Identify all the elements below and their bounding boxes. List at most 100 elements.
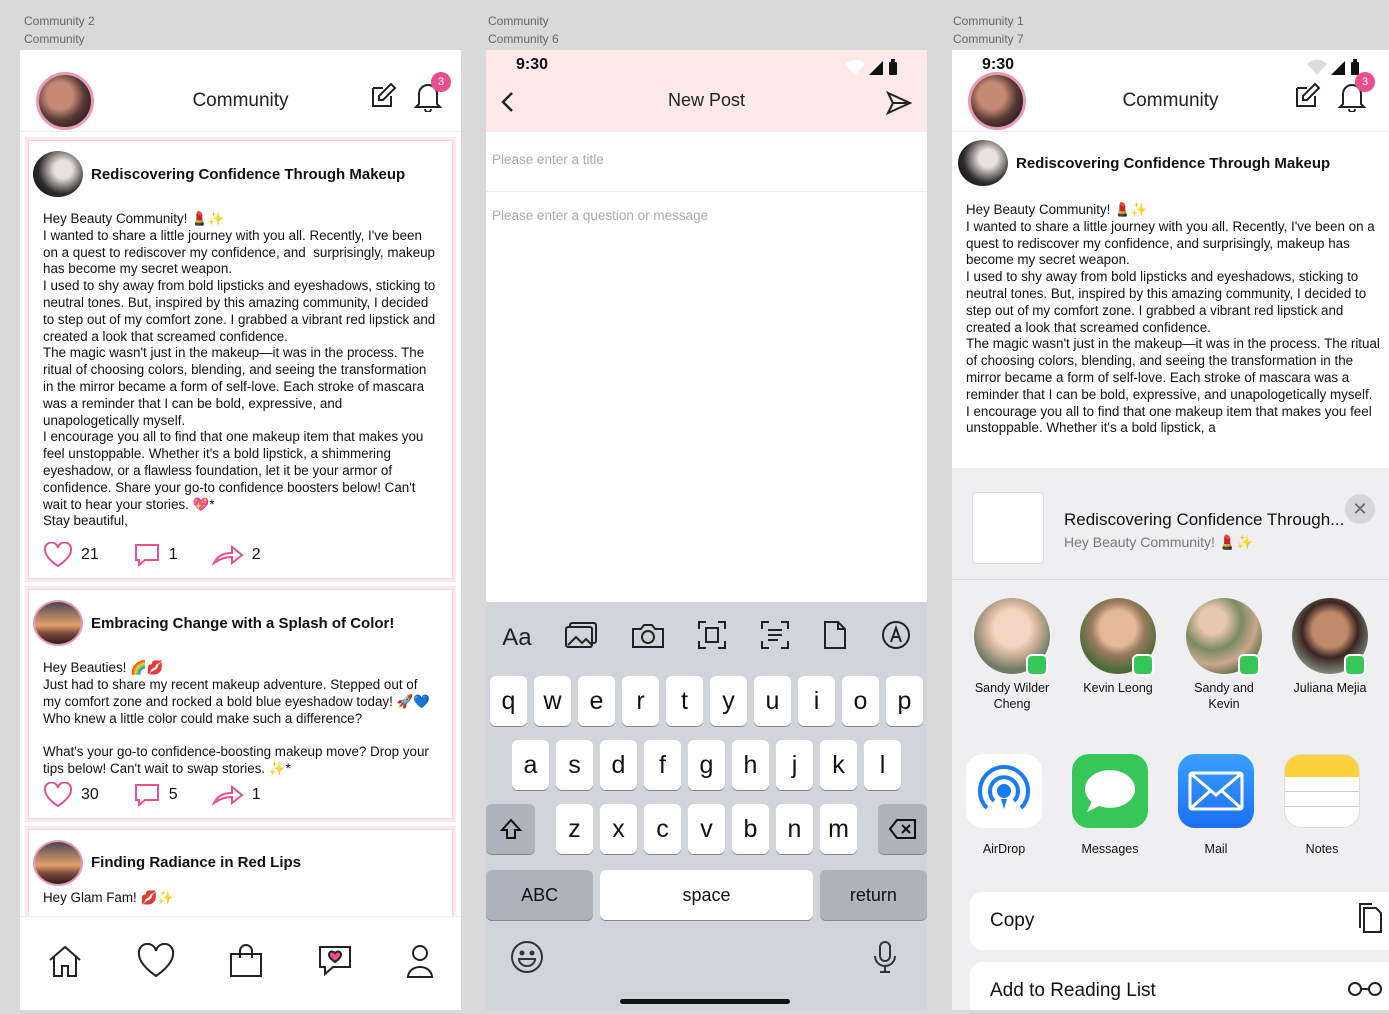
keyboard-row-4: ABC space return [486,870,927,920]
share-button[interactable]: 2 [211,543,261,567]
key-h[interactable]: h [732,740,769,790]
frame-label: Community 2 Community [24,14,95,46]
design-canvas: Community 2 Community Community Community … [0,0,1389,1014]
key-y[interactable]: y [710,676,747,726]
community-chat-icon[interactable] [317,944,353,983]
comment-count: 1 [168,546,178,564]
profile-icon[interactable] [405,943,435,984]
author-avatar [958,140,1008,186]
contact-item[interactable]: Juliana Mejia [1284,598,1376,712]
key-v[interactable]: v [688,804,725,854]
notes-button[interactable]: Notes [1284,754,1360,856]
like-button[interactable]: 30 [43,781,99,808]
post-body: Hey Beauty Community! 💄✨ I wanted to sha… [966,202,1380,436]
like-count: 30 [81,785,99,803]
message-input[interactable]: Please enter a question or message [486,192,927,239]
like-button[interactable]: 21 [43,542,99,568]
shift-key[interactable] [486,804,535,854]
post-feed: Rediscovering Confidence Through Makeup … [20,132,461,918]
reading-list-action[interactable]: Add to Reading List [970,962,1389,1010]
post-body: Hey Beauty Community! 💄✨ I wanted to sha… [43,211,436,529]
document-icon[interactable] [822,620,848,657]
compose-icon[interactable] [367,80,399,112]
microphone-icon[interactable] [873,940,897,979]
new-post-header: 9:30 New Post [486,50,927,132]
airdrop-button[interactable]: AirDrop [966,754,1042,856]
heart-nav-icon[interactable] [136,942,176,984]
post-title: Rediscovering Confidence Through Makeup [91,165,406,183]
contact-item[interactable]: Kevin Leong [1072,598,1164,712]
contact-item[interactable]: Sandy Wilder Cheng [966,598,1058,712]
frame-label: Community Community 6 [488,14,559,46]
home-icon[interactable] [46,942,84,985]
contact-avatar [1186,598,1262,676]
mail-button[interactable]: Mail [1178,754,1254,856]
return-key[interactable]: return [819,870,927,920]
key-k[interactable]: k [820,740,857,790]
key-e[interactable]: e [578,676,615,726]
notes-icon [1284,754,1360,828]
key-l[interactable]: l [864,740,901,790]
author-avatar[interactable] [33,839,83,886]
emoji-icon[interactable] [510,940,544,979]
post-card[interactable]: Embracing Change with a Splash of Color!… [28,589,453,819]
post-card[interactable]: Finding Radiance in Red Lips Hey Glam Fa… [28,828,453,918]
bell-icon[interactable]: 3 [1337,72,1375,112]
key-a[interactable]: a [512,740,549,790]
key-x[interactable]: x [600,804,637,854]
contact-avatar [974,598,1050,676]
shift-icon [499,818,522,839]
abc-key[interactable]: ABC [486,870,594,920]
bottom-nav [20,916,461,1010]
post-card[interactable]: Rediscovering Confidence Through Makeup … [28,140,453,580]
key-c[interactable]: c [644,804,681,854]
camera-icon[interactable] [631,621,665,656]
copy-action[interactable]: Copy [970,892,1389,950]
author-avatar[interactable] [33,151,83,197]
key-g[interactable]: g [688,740,725,790]
key-d[interactable]: d [600,740,637,790]
share-button[interactable]: 1 [211,783,261,807]
key-w[interactable]: w [534,676,571,726]
delete-key[interactable] [878,804,927,854]
comment-button[interactable]: 1 [133,542,178,568]
photo-library-icon[interactable] [564,621,598,656]
title-input[interactable]: Please enter a title [486,132,927,192]
page-title: New Post [667,90,746,110]
contact-name: Sandy Wilder Cheng [974,681,1050,711]
key-m[interactable]: m [820,804,857,854]
key-n[interactable]: n [776,804,813,854]
scan-document-icon[interactable] [697,620,727,657]
key-j[interactable]: j [776,740,813,790]
bell-icon[interactable]: 3 [413,72,451,112]
send-icon[interactable] [885,90,913,121]
key-b[interactable]: b [732,804,769,854]
key-i[interactable]: i [798,676,835,726]
contact-name: Kevin Leong [1083,681,1153,695]
key-p[interactable]: p [886,676,923,726]
frame-label: Community 1 Community 7 [953,14,1024,46]
scan-text-icon[interactable] [760,620,790,657]
share-arrow-icon [211,545,244,566]
key-z[interactable]: z [556,804,593,854]
markup-pen-icon[interactable] [881,620,911,657]
app-label: Notes [1305,842,1339,856]
key-q[interactable]: q [490,676,527,726]
key-r[interactable]: r [622,676,659,726]
compose-icon[interactable] [1291,80,1323,112]
close-icon[interactable]: ✕ [1345,494,1375,524]
author-avatar[interactable] [33,600,83,647]
key-s[interactable]: s [556,740,593,790]
key-o[interactable]: o [842,676,879,726]
key-t[interactable]: t [666,676,703,726]
space-key[interactable]: space [600,870,813,920]
contact-item[interactable]: Sandy and Kevin [1178,598,1270,712]
comment-button[interactable]: 5 [133,782,178,808]
contact-avatar [1080,598,1156,676]
key-f[interactable]: f [644,740,681,790]
messages-button[interactable]: Messages [1072,754,1148,856]
shopping-bag-icon[interactable] [227,942,265,985]
text-format-button[interactable]: Aa [502,624,531,652]
key-u[interactable]: u [754,676,791,726]
comment-icon [134,544,159,568]
